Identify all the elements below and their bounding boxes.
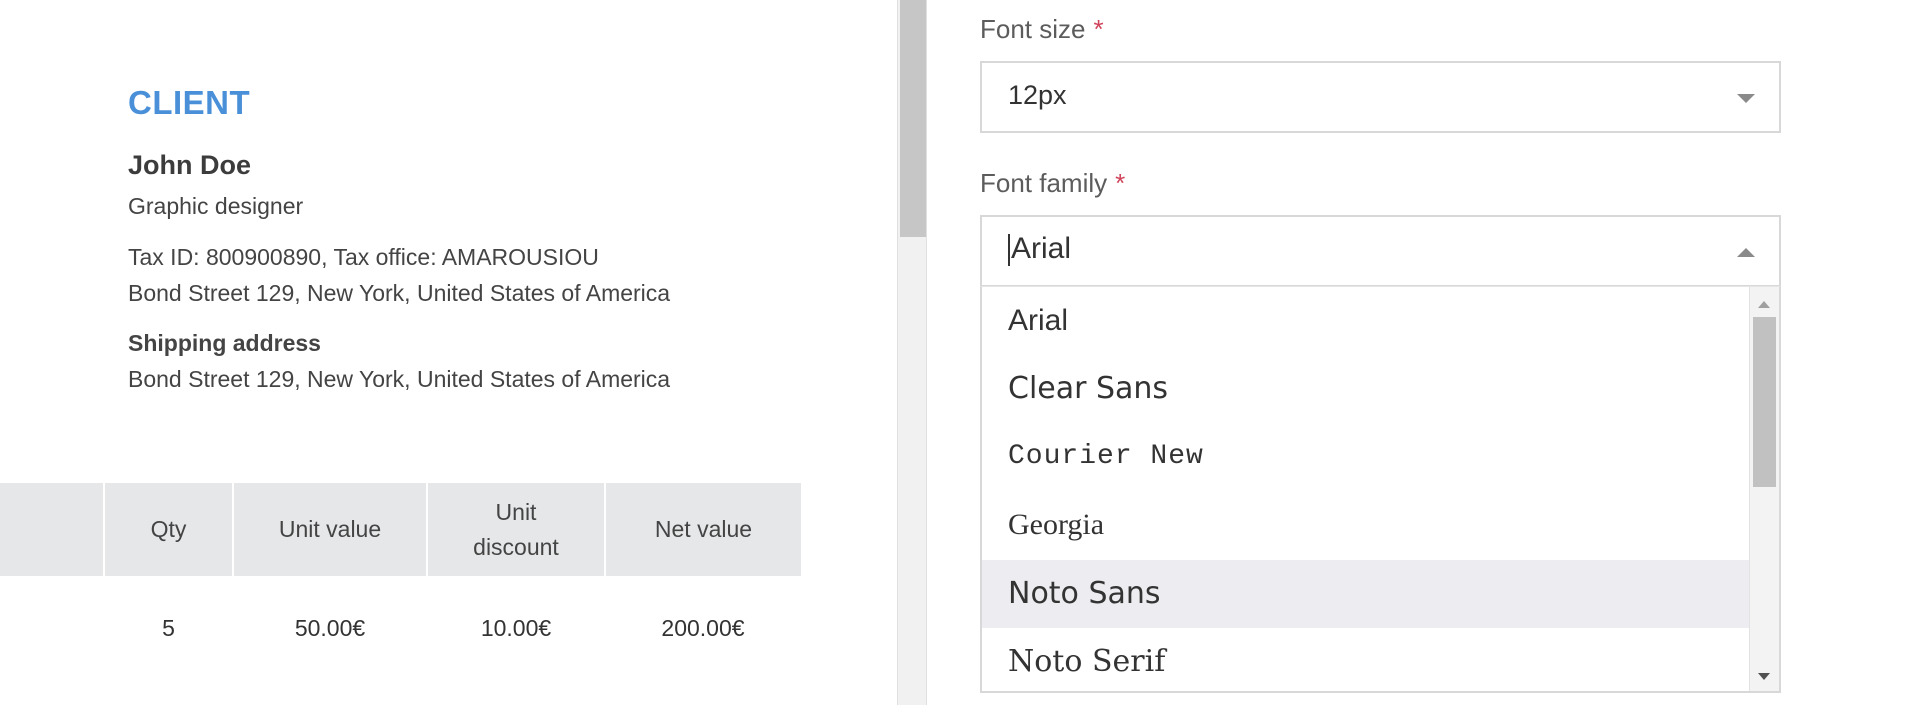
font-family-select[interactable]: Arial bbox=[980, 215, 1781, 287]
chevron-down-icon[interactable] bbox=[1737, 94, 1755, 103]
client-address: Bond Street 129, New York, United States… bbox=[128, 280, 671, 306]
table-cell-qty: 5 bbox=[162, 614, 175, 641]
table-cell-unit-value: 50.00€ bbox=[294, 614, 366, 641]
dropdown-option-noto-sans[interactable]: Noto Sans bbox=[982, 560, 1749, 628]
font-size-label: Font size * bbox=[980, 14, 1104, 45]
font-family-label: Font family * bbox=[980, 168, 1125, 199]
dropdown-scrollbar[interactable] bbox=[1749, 287, 1779, 691]
table-cell-unit-discount: 10.00€ bbox=[480, 614, 552, 641]
dropdown-option-clear-sans[interactable]: Clear Sans bbox=[982, 355, 1749, 423]
preview-scrollbar-thumb[interactable] bbox=[900, 0, 926, 237]
font-family-input[interactable]: Arial bbox=[1008, 232, 1072, 267]
scroll-down-arrow-icon[interactable] bbox=[1758, 673, 1770, 680]
client-job-title: Graphic designer bbox=[128, 193, 304, 219]
shipping-address: Bond Street 129, New York, United States… bbox=[128, 366, 671, 392]
table-cell-net-value: 200.00€ bbox=[661, 614, 745, 641]
invoice-preview: CLIENT John Doe Graphic designer Tax ID:… bbox=[0, 0, 897, 705]
table-header-unit-discount-line2: discount bbox=[473, 533, 559, 560]
table-header-unit-discount-line1: Unit bbox=[495, 498, 537, 525]
invoice-items-table: Qty Unit value Unit discount Net value 5… bbox=[0, 483, 801, 680]
font-size-label-text: Font size bbox=[980, 14, 1086, 44]
table-cell-description bbox=[0, 576, 104, 680]
dropdown-option-georgia[interactable]: Georgia bbox=[982, 491, 1749, 559]
shipping-address-label: Shipping address bbox=[128, 330, 321, 356]
font-size-select[interactable]: 12px bbox=[980, 61, 1781, 133]
dropdown-option-courier-new[interactable]: Courier New bbox=[982, 423, 1749, 491]
required-asterisk: * bbox=[1093, 14, 1104, 44]
client-name: John Doe bbox=[128, 150, 252, 180]
font-family-label-text: Font family bbox=[980, 168, 1108, 198]
client-heading: CLIENT bbox=[128, 84, 251, 121]
dropdown-option-noto-serif[interactable]: Noto Serif bbox=[982, 628, 1749, 691]
table-header-unit-value: Unit value bbox=[233, 483, 428, 576]
dropdown-scrollbar-thumb[interactable] bbox=[1753, 317, 1776, 487]
table-header-qty: Qty bbox=[104, 483, 234, 576]
required-asterisk: * bbox=[1115, 168, 1126, 198]
font-family-value: Arial bbox=[1011, 232, 1072, 265]
table-row: 5 50.00€ 10.00€ 200.00€ bbox=[0, 576, 801, 680]
table-header-unit-discount: Unit discount bbox=[427, 483, 606, 576]
chevron-up-icon[interactable] bbox=[1737, 248, 1755, 257]
table-header-description bbox=[0, 483, 105, 576]
font-family-dropdown: Arial Clear Sans Courier New Georgia Not… bbox=[980, 286, 1781, 693]
scroll-up-arrow-icon[interactable] bbox=[1758, 301, 1770, 308]
font-size-value: 12px bbox=[1008, 80, 1067, 110]
table-header-net-value: Net value bbox=[605, 483, 801, 576]
text-cursor bbox=[1008, 234, 1010, 267]
client-tax-info: Tax ID: 800900890, Tax office: AMAROUSIO… bbox=[128, 244, 599, 270]
dropdown-option-arial[interactable]: Arial bbox=[982, 287, 1749, 355]
table-header-row: Qty Unit value Unit discount Net value bbox=[0, 483, 801, 576]
preview-scrollbar[interactable] bbox=[897, 0, 927, 705]
